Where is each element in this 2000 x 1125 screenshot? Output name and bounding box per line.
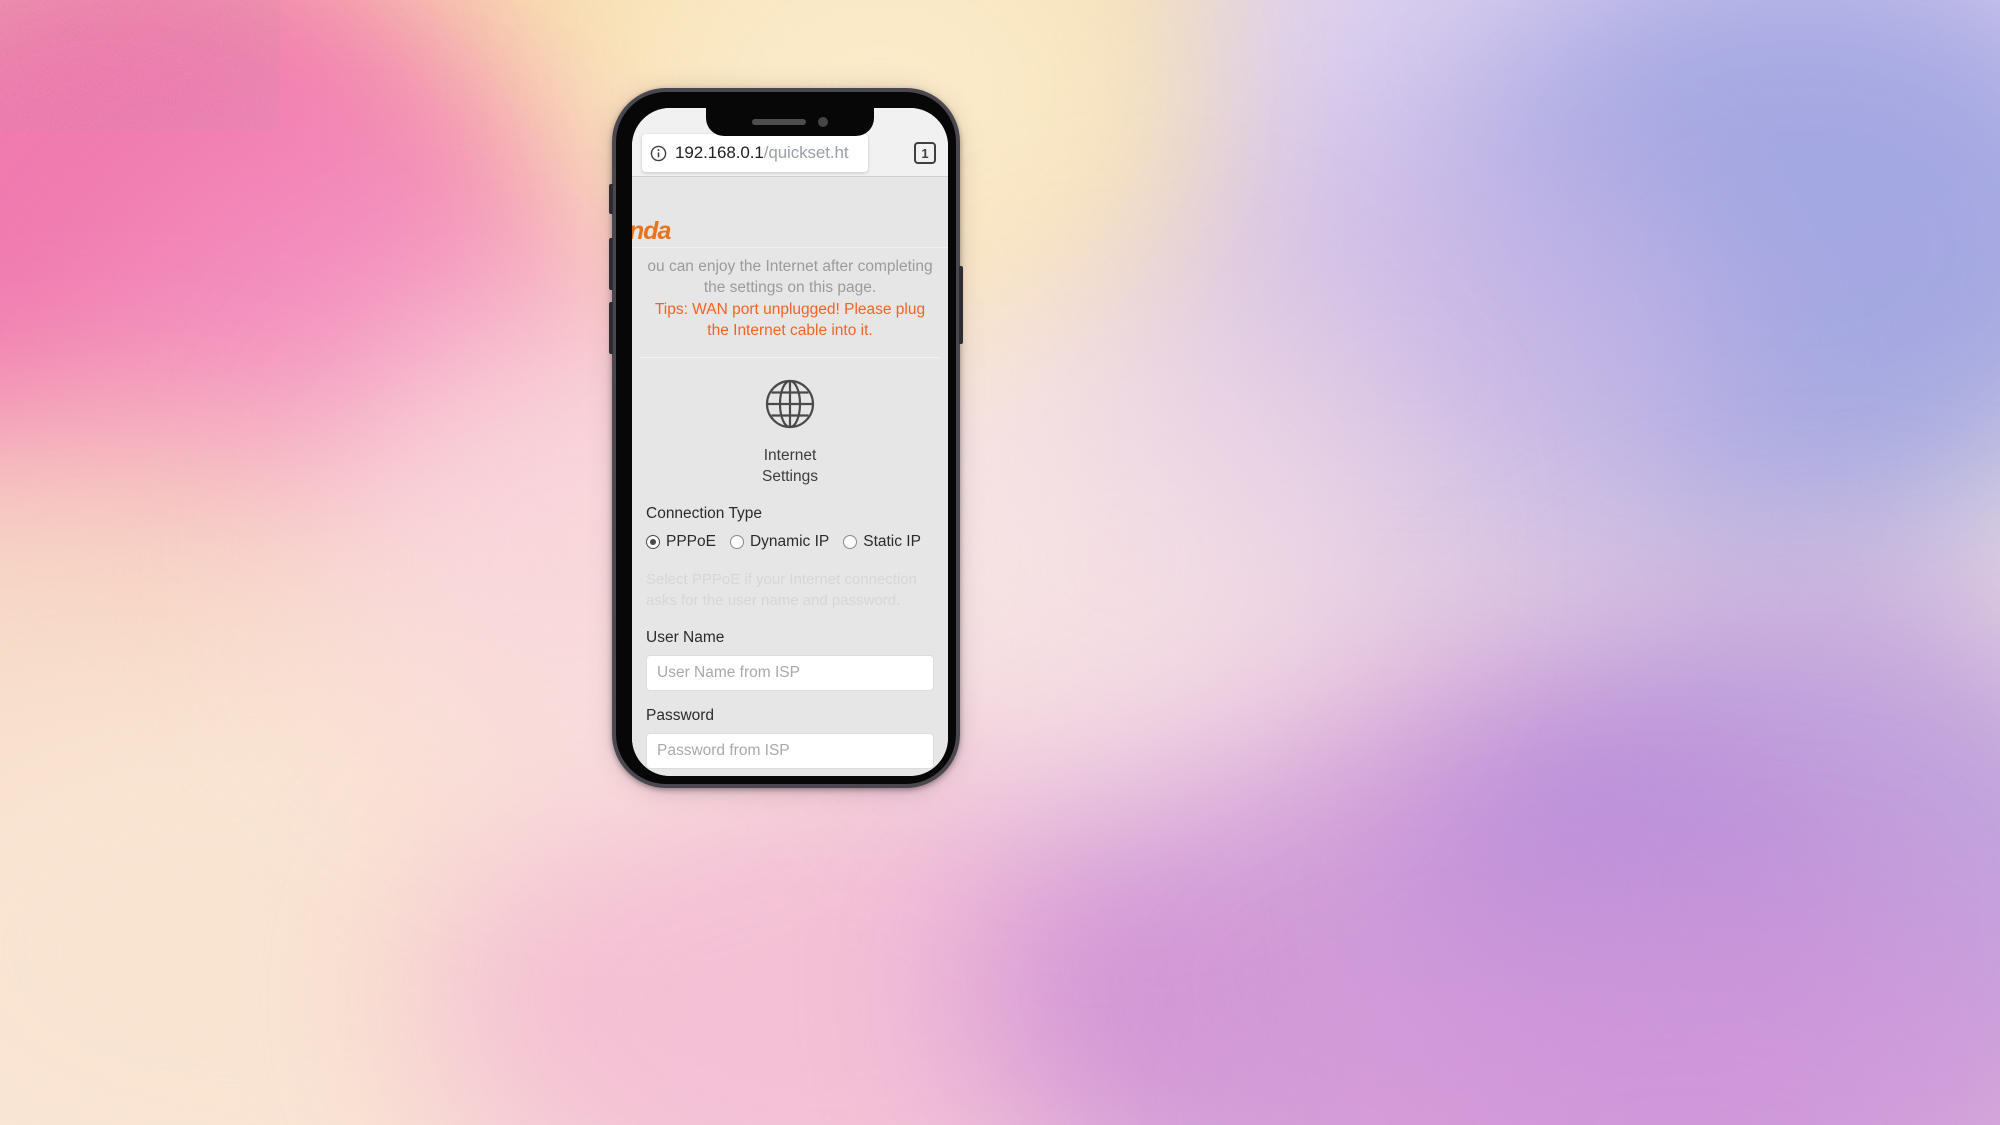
volume-up-button[interactable] — [609, 238, 613, 290]
earpiece-speaker — [752, 119, 806, 125]
url-path: /quickset.ht — [763, 143, 849, 162]
router-quickset-page: enda ou can enjoy the Internet after com… — [632, 177, 948, 776]
intro-text: ou can enjoy the Internet after completi… — [647, 258, 933, 296]
internet-settings-label-line2: Settings — [761, 468, 818, 485]
password-label: Password — [646, 707, 715, 724]
internet-settings-label-line1: Internet — [763, 447, 817, 464]
tenda-logo: enda — [632, 217, 671, 245]
wan-warning-text: Tips: WAN port unplugged! Please plug th… — [654, 301, 926, 339]
url-text: 192.168.0.1/quickset.ht — [675, 143, 849, 163]
brand-header: enda — [632, 177, 948, 248]
radio-option-pppoe[interactable]: PPPoE — [646, 533, 716, 551]
internet-settings-form: Connection Type PPPoE Dynamic IP Static … — [632, 487, 948, 776]
radio-label-dynamic-ip: Dynamic IP — [749, 533, 830, 550]
radio-option-dynamic-ip[interactable]: Dynamic IP — [729, 533, 830, 551]
connection-type-radio-group[interactable]: PPPoE Dynamic IP Static IP — [646, 533, 934, 551]
password-input[interactable] — [646, 733, 934, 769]
connection-type-label: Connection Type — [646, 505, 763, 522]
connection-type-helper-text: Select PPPoE if your Internet connection… — [646, 571, 917, 609]
phone-notch — [706, 108, 874, 136]
watercolor-background — [0, 0, 2000, 1125]
power-button[interactable] — [959, 266, 963, 344]
globe-icon — [765, 379, 815, 429]
username-label: User Name — [646, 629, 725, 646]
internet-settings-section-header: Internet Settings — [632, 358, 948, 487]
radio-label-pppoe: PPPoE — [666, 533, 716, 550]
phone-screen: 192.168.0.1/quickset.ht 1 enda ou can en… — [632, 108, 948, 776]
address-bar[interactable]: 192.168.0.1/quickset.ht — [642, 134, 868, 172]
phone-bezel: 192.168.0.1/quickset.ht 1 enda ou can en… — [616, 92, 956, 784]
volume-down-button[interactable] — [609, 302, 613, 354]
radio-indicator-dynamic-ip[interactable] — [729, 535, 744, 549]
radio-indicator-static-ip[interactable] — [843, 535, 858, 549]
internet-settings-label: Internet Settings — [632, 445, 948, 487]
front-camera-icon — [818, 117, 828, 127]
radio-option-static-ip[interactable]: Static IP — [843, 533, 921, 551]
url-host: 192.168.0.1 — [675, 143, 764, 162]
tab-counter-button[interactable]: 1 — [914, 142, 936, 164]
silent-switch-button[interactable] — [609, 184, 613, 214]
radio-label-static-ip: Static IP — [863, 533, 921, 550]
radio-indicator-pppoe[interactable] — [646, 535, 660, 549]
username-input[interactable] — [646, 655, 934, 691]
phone-mockup: 192.168.0.1/quickset.ht 1 enda ou can en… — [609, 88, 963, 788]
phone-outer-frame: 192.168.0.1/quickset.ht 1 enda ou can en… — [609, 88, 963, 788]
info-circle-icon[interactable] — [650, 145, 667, 162]
